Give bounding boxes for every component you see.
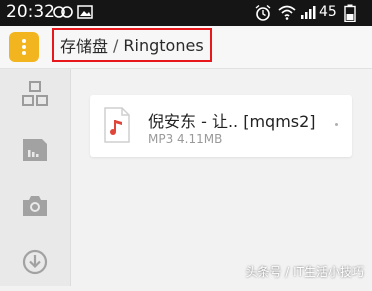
sidebar-item-download[interactable] <box>0 237 70 291</box>
breadcrumb-root[interactable]: 存储盘 <box>60 33 108 57</box>
sidebar-item-category[interactable] <box>0 69 70 123</box>
file-meta: MP3 4.11MB <box>148 132 223 146</box>
image-icon <box>77 4 93 24</box>
status-bar: 20:32 45 <box>0 0 372 26</box>
infinity-icon <box>53 4 73 24</box>
download-icon <box>22 249 48 279</box>
breadcrumb-current: Ringtones <box>123 35 204 55</box>
file-manager-app-icon[interactable] <box>9 32 39 62</box>
camera-icon <box>22 195 48 221</box>
sidebar-item-sd-card[interactable] <box>0 125 70 179</box>
battery-icon <box>344 4 356 26</box>
watermark: 头条号 / IT生活小技巧 <box>245 265 364 279</box>
breadcrumb: 存储盘 / Ringtones <box>52 28 212 62</box>
signal-icon <box>300 4 316 24</box>
wifi-icon <box>278 4 296 24</box>
file-list-item[interactable]: 倪安东 - 让.. [mqms2] MP3 4.11MB <box>90 95 352 157</box>
sidebar <box>0 69 71 286</box>
music-file-icon <box>102 107 132 143</box>
file-name: 倪安东 - 让.. [mqms2] <box>148 112 316 131</box>
alarm-icon <box>254 4 272 26</box>
status-time: 20:32 <box>6 2 55 22</box>
category-icon <box>21 81 49 111</box>
battery-level: 45 <box>319 4 337 20</box>
more-options-icon[interactable] <box>335 123 338 126</box>
sd-card-icon <box>22 138 48 166</box>
breadcrumb-separator: / <box>113 35 119 55</box>
sidebar-item-camera[interactable] <box>0 181 70 235</box>
app-bar: 存储盘 / Ringtones <box>0 26 372 69</box>
